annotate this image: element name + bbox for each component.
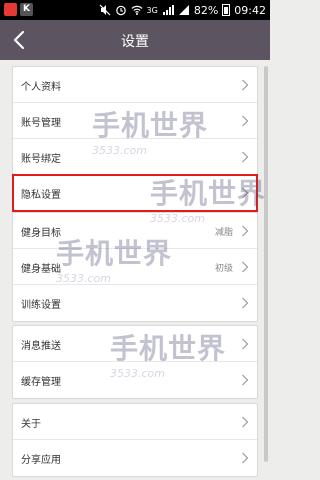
settings-group-system: 消息推送 缓存管理 [12,325,258,399]
setting-item-profile[interactable]: 个人资料 [13,67,257,103]
page-title: 设置 [121,34,149,50]
setting-value: 初级 [214,264,233,274]
setting-label: 消息推送 [21,341,61,352]
setting-label: 分享应用 [21,455,61,466]
network-type: 3G [146,5,158,15]
chevron-right-icon [242,151,249,163]
chevron-right-icon [242,187,249,199]
setting-item-account-management[interactable]: 账号管理 [13,103,257,139]
setting-label: 健身目标 [21,228,61,239]
setting-item-account-binding[interactable]: 账号绑定 [13,139,257,175]
mute-icon [99,4,111,16]
setting-item-fitness-level[interactable]: 健身基础 初级 [13,249,257,285]
chevron-right-icon [242,225,249,237]
setting-value: 减脂 [214,228,233,238]
chevron-right-icon [242,452,249,464]
chevron-right-icon [242,261,249,273]
chevron-right-icon [242,416,249,428]
setting-label: 缓存管理 [21,377,61,388]
notification-app-badge: K [20,3,33,16]
chevron-right-icon [242,338,249,350]
setting-label: 隐私设置 [21,190,61,201]
status-bar: K 3G 82% 09:42 [0,0,270,20]
setting-item-privacy[interactable]: 隐私设置 [12,174,258,212]
setting-item-share-app[interactable]: 分享应用 [13,440,257,476]
settings-group-fitness: 健身目标 减脂 健身基础 初级 训练设置 [12,212,258,322]
settings-group-account: 个人资料 账号管理 账号绑定 隐私设置 [12,66,258,212]
setting-item-cache[interactable]: 缓存管理 [13,362,257,398]
title-bar: 设置 [0,20,270,60]
chevron-right-icon [242,374,249,386]
setting-label: 关于 [21,419,41,430]
setting-item-training[interactable]: 训练设置 [13,285,257,321]
notification-app-icon [4,3,17,16]
signal-icon [162,4,174,16]
clock: 09:42 [234,3,266,17]
wifi-icon [131,4,143,16]
chevron-right-icon [242,79,249,91]
chevron-right-icon [242,115,249,127]
battery-icon [222,4,231,16]
setting-item-push-notifications[interactable]: 消息推送 [13,326,257,362]
setting-label: 个人资料 [21,82,61,93]
scrollbar[interactable] [264,66,268,462]
battery-percent: 82% [193,3,219,17]
signal-2-icon [178,4,190,16]
alarm-icon [115,4,127,16]
setting-label: 训练设置 [21,300,61,311]
setting-item-fitness-goal[interactable]: 健身目标 减脂 [13,213,257,249]
chevron-right-icon [242,297,249,309]
setting-label: 账号绑定 [21,154,61,165]
setting-label: 账号管理 [21,118,61,129]
settings-group-about: 关于 分享应用 [12,403,258,477]
setting-item-about[interactable]: 关于 [13,404,257,440]
setting-label: 健身基础 [21,264,61,275]
